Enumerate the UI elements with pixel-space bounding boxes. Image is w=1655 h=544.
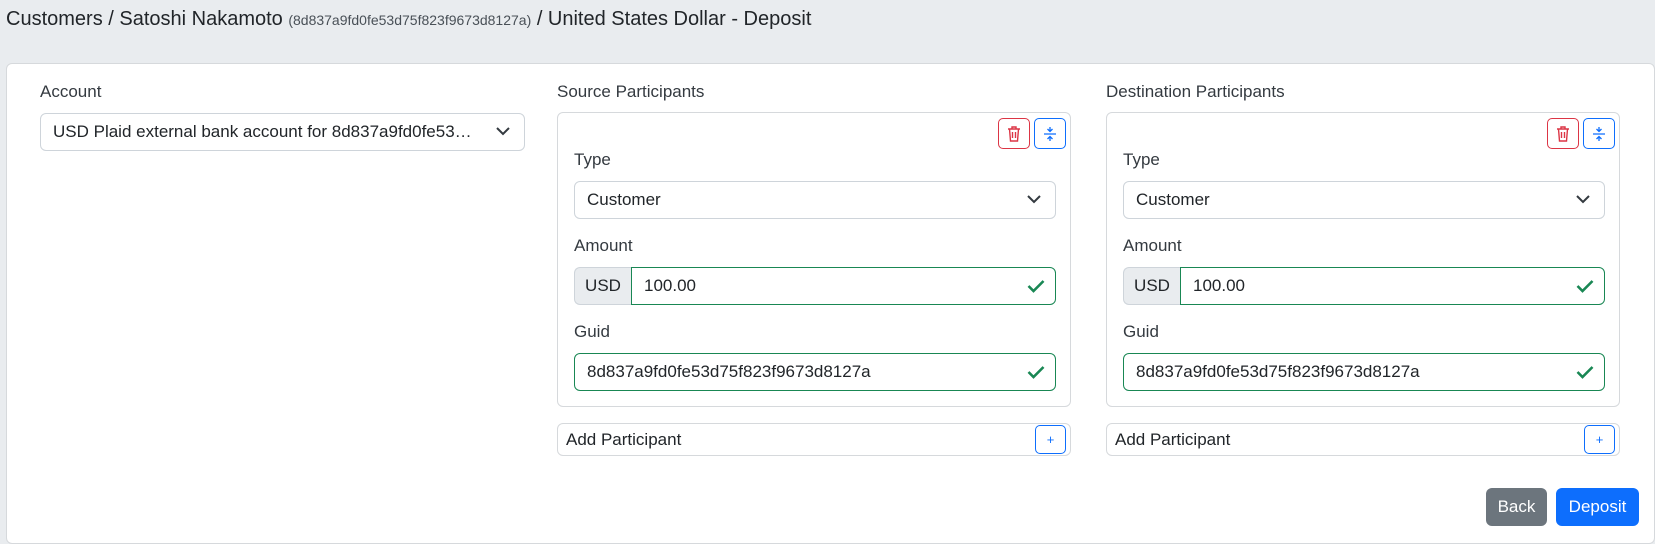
- add-participant-row: Add Participant +: [1106, 423, 1620, 456]
- destination-participants-label: Destination Participants: [1106, 82, 1285, 101]
- type-label: Type: [574, 150, 611, 169]
- currency-prefix: USD: [574, 267, 631, 305]
- add-participant-label: Add Participant: [1115, 430, 1231, 449]
- delete-participant-button[interactable]: [1547, 118, 1579, 149]
- add-participant-row: Add Participant +: [557, 423, 1071, 456]
- currency-prefix: USD: [1123, 267, 1180, 305]
- plus-icon: +: [1595, 432, 1604, 447]
- check-icon: [1576, 366, 1594, 379]
- deposit-button[interactable]: Deposit: [1556, 488, 1639, 526]
- chevron-down-icon: [1027, 195, 1041, 204]
- amount-input[interactable]: 100.00: [1180, 267, 1605, 305]
- deposit-form-card: Account USD Plaid external bank account …: [6, 63, 1655, 544]
- account-select-value: USD Plaid external bank account for 8d83…: [53, 122, 524, 141]
- amount-input[interactable]: 100.00: [631, 267, 1056, 305]
- collapse-vertical-icon: [1044, 126, 1056, 141]
- collapse-participant-button[interactable]: [1583, 118, 1615, 149]
- type-select[interactable]: Customer: [1123, 181, 1605, 219]
- add-participant-button[interactable]: +: [1584, 425, 1615, 454]
- source-participants-label: Source Participants: [557, 82, 705, 101]
- breadcrumb-path: Customers / Satoshi Nakamoto: [6, 8, 283, 30]
- collapse-participant-button[interactable]: [1034, 118, 1066, 149]
- check-icon: [1027, 366, 1045, 379]
- account-select[interactable]: USD Plaid external bank account for 8d83…: [40, 113, 525, 151]
- back-button[interactable]: Back: [1486, 488, 1547, 526]
- guid-label: Guid: [574, 322, 610, 341]
- delete-participant-button[interactable]: [998, 118, 1030, 149]
- amount-value: 100.00: [644, 276, 696, 295]
- check-icon: [1576, 280, 1594, 293]
- collapse-vertical-icon: [1593, 126, 1605, 141]
- trash-icon: [1008, 125, 1020, 142]
- account-label: Account: [40, 82, 102, 101]
- destination-participant-card: Type Customer Amount USD 100.00 Guid 8d8…: [1106, 112, 1620, 407]
- type-select-value: Customer: [1136, 190, 1210, 209]
- type-select[interactable]: Customer: [574, 181, 1056, 219]
- amount-value: 100.00: [1193, 276, 1245, 295]
- check-icon: [1027, 280, 1045, 293]
- amount-input-group: USD 100.00: [574, 267, 1056, 305]
- guid-value: 8d837a9fd0fe53d75f823f9673d8127a: [587, 362, 871, 381]
- customer-guid: (8d837a9fd0fe53d75f823f9673d8127a): [288, 12, 532, 28]
- chevron-down-icon: [496, 127, 510, 136]
- page-title: Customers / Satoshi Nakamoto (8d837a9fd0…: [6, 6, 811, 33]
- type-label: Type: [1123, 150, 1160, 169]
- guid-input[interactable]: 8d837a9fd0fe53d75f823f9673d8127a: [574, 353, 1056, 391]
- guid-input[interactable]: 8d837a9fd0fe53d75f823f9673d8127a: [1123, 353, 1605, 391]
- amount-label: Amount: [574, 236, 633, 255]
- plus-icon: +: [1046, 432, 1055, 447]
- type-select-value: Customer: [587, 190, 661, 209]
- add-participant-label: Add Participant: [566, 430, 682, 449]
- amount-input-group: USD 100.00: [1123, 267, 1605, 305]
- trash-icon: [1557, 125, 1569, 142]
- guid-value: 8d837a9fd0fe53d75f823f9673d8127a: [1136, 362, 1420, 381]
- add-participant-button[interactable]: +: [1035, 425, 1066, 454]
- amount-label: Amount: [1123, 236, 1182, 255]
- chevron-down-icon: [1576, 195, 1590, 204]
- source-participant-card: Type Customer Amount USD 100.00 Guid 8d8…: [557, 112, 1071, 407]
- guid-label: Guid: [1123, 322, 1159, 341]
- breadcrumb-suffix: / United States Dollar - Deposit: [536, 8, 812, 30]
